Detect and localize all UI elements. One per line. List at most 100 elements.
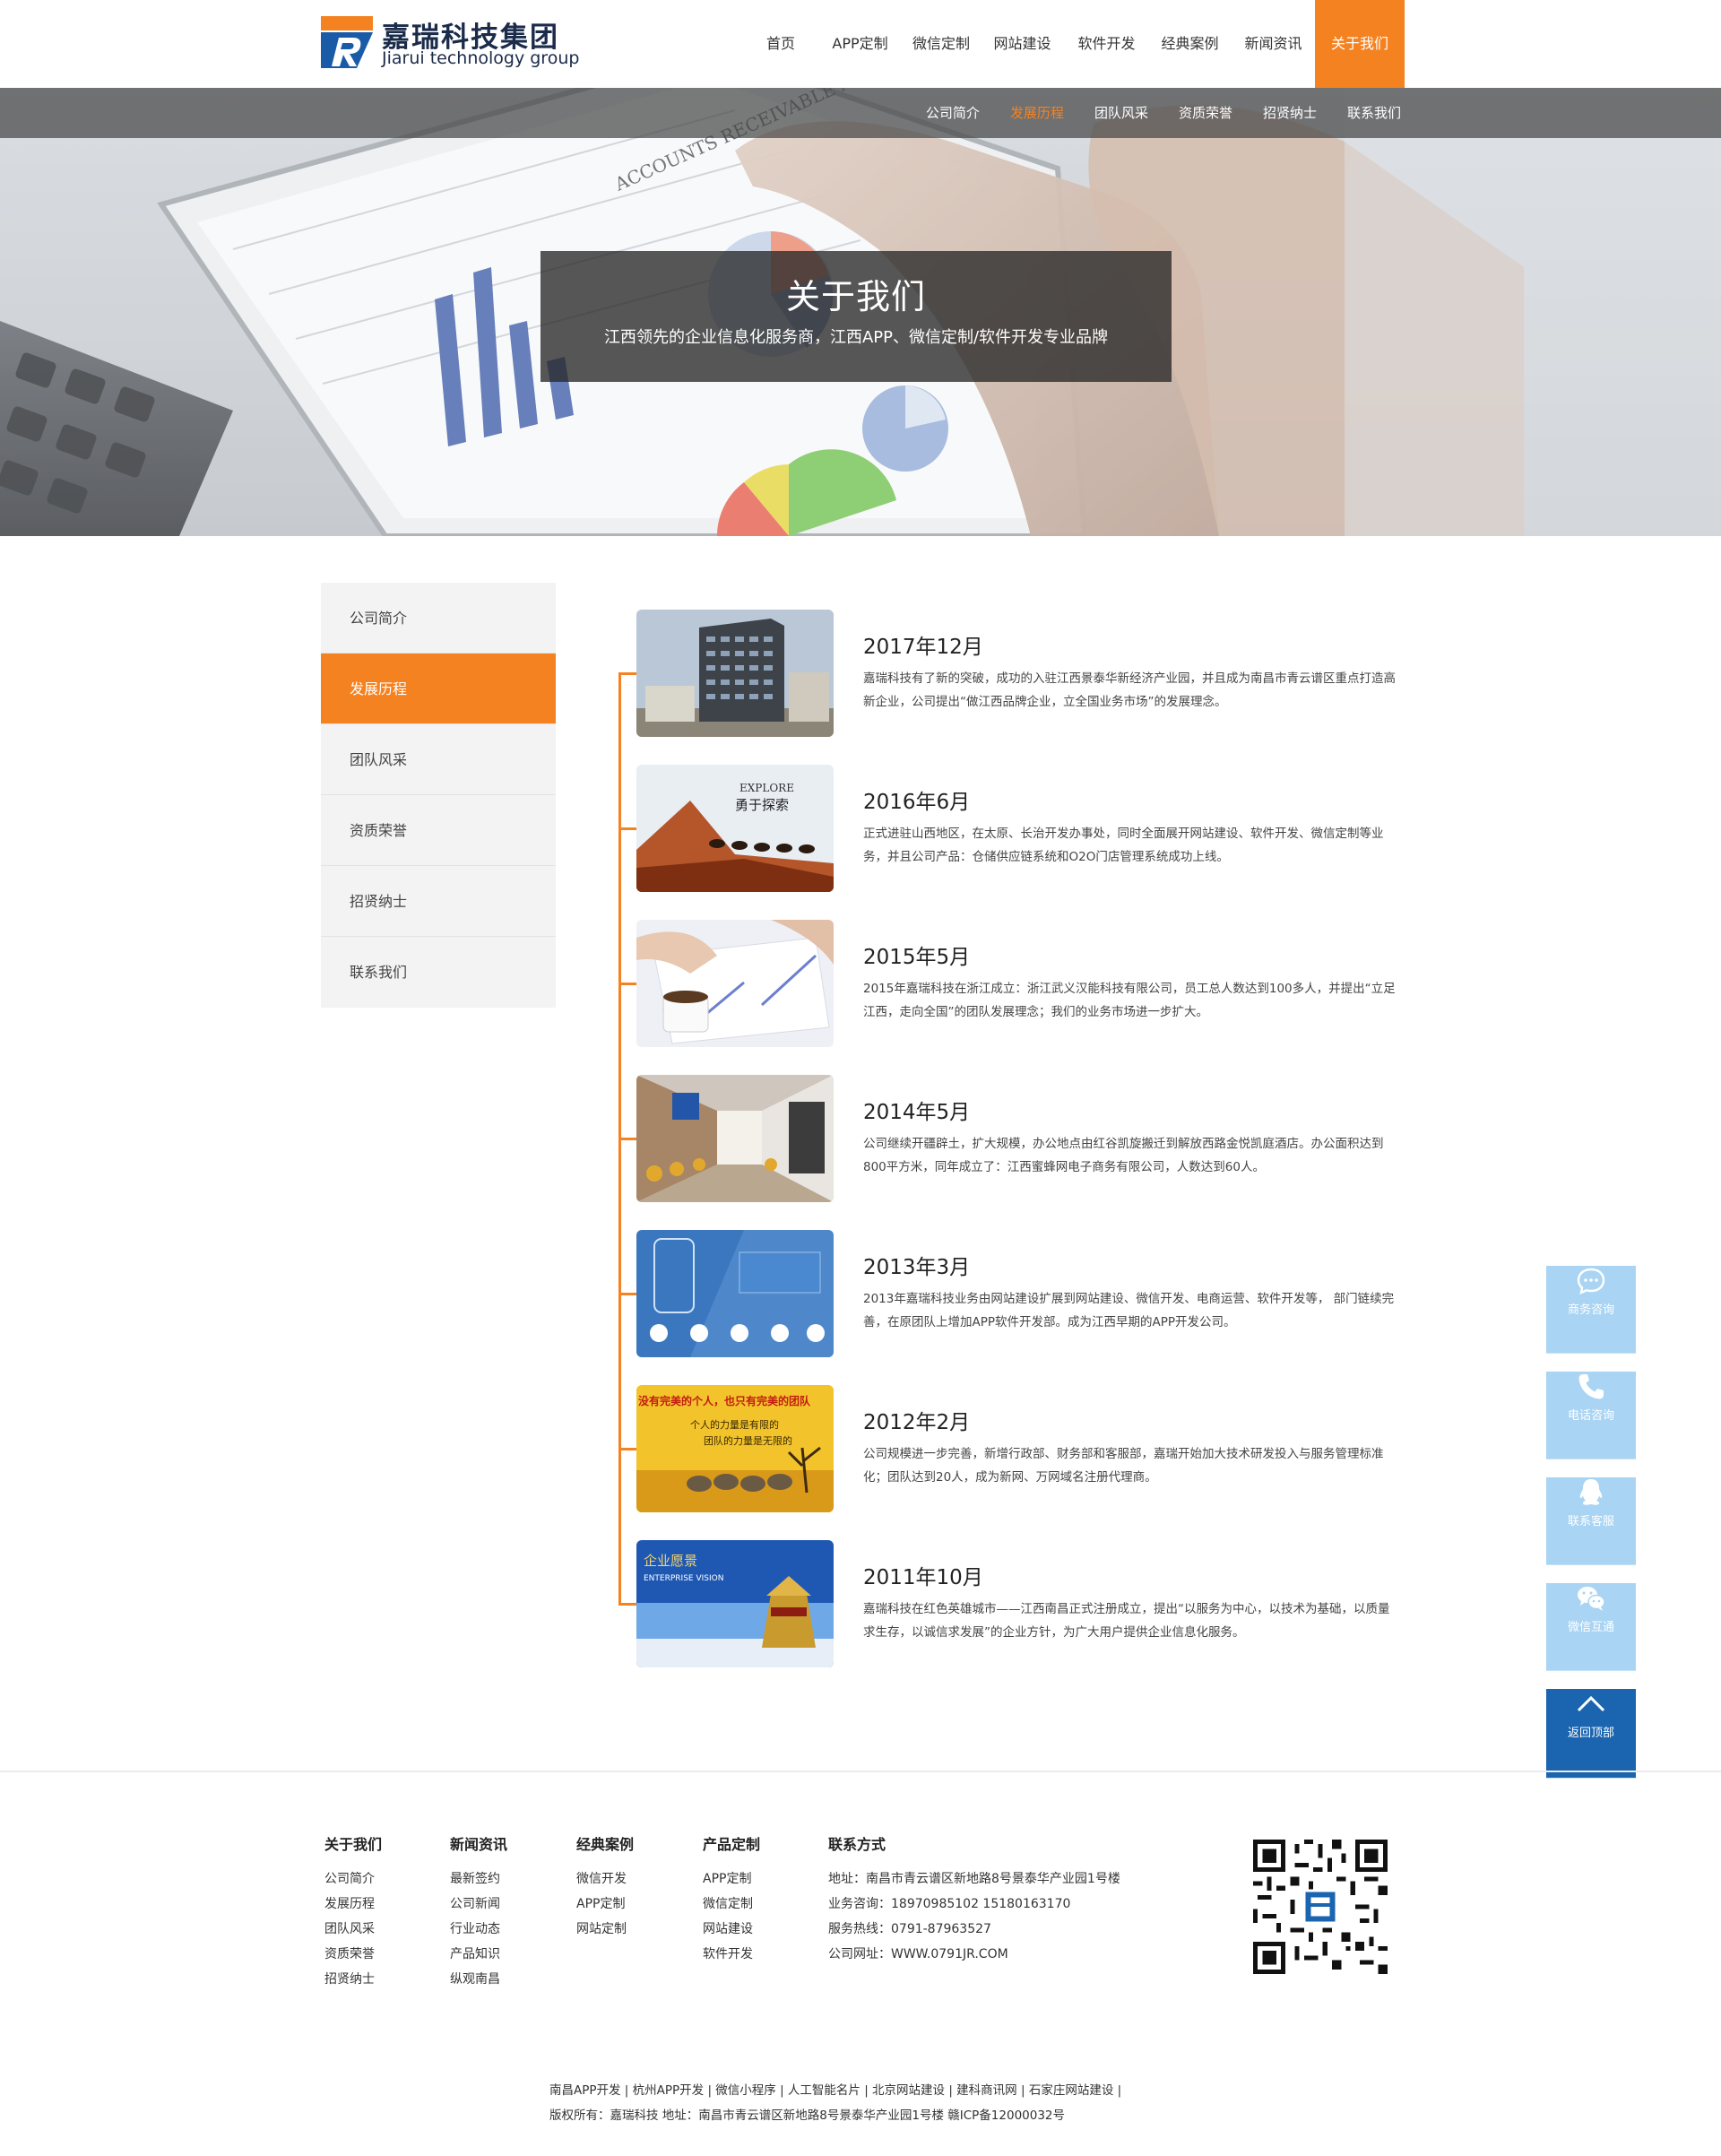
timeline-image-corridor[interactable] (636, 1075, 834, 1202)
nav-item-news[interactable]: 新闻资讯 (1232, 0, 1315, 88)
image-text: 团队的力量是无限的 (704, 1434, 792, 1447)
footer-link[interactable]: 产品知识 (450, 1942, 507, 1967)
float-phone-button[interactable]: 电话咨询 (1546, 1372, 1636, 1459)
timeline-entry: 2013年3月 2013年嘉瑞科技业务由网站建设扩展到网站建设、微信开发、电商运… (610, 1230, 1398, 1357)
float-contact-bar: 商务咨询 电话咨询 联系客服 微信互通 返回顶部 (1546, 1248, 1636, 1779)
footer-col-products: 产品定制 APP定制 微信定制 网站建设 软件开发 (703, 1832, 760, 1967)
timeline-image-desk[interactable] (636, 920, 834, 1047)
image-text: 没有完美的个人，也只有完美的团队 (638, 1394, 811, 1407)
float-label: 商务咨询 (1567, 1303, 1614, 1317)
footer-link[interactable]: 微信定制 (703, 1892, 760, 1917)
footer-link[interactable]: 软件开发 (703, 1942, 760, 1967)
nav-item-home[interactable]: 首页 (753, 0, 809, 88)
timeline-date: 2011年10月 (863, 1566, 983, 1589)
banner-caption: 关于我们 江西领先的企业信息化服务商，江西APP、微信定制/软件开发专业品牌 (541, 251, 1172, 382)
footer-link[interactable]: 发展历程 (324, 1892, 382, 1917)
sub-nav: 公司简介 发展历程 团队风采 资质荣誉 招贤纳士 联系我们 (0, 88, 1721, 138)
footer-address: 地址：南昌市青云谱区新地路8号景泰华产业园1号楼 (828, 1872, 1120, 1886)
timeline-image-vision[interactable]: 企业愿景 ENTERPRISE VISION (636, 1540, 834, 1667)
footer-link[interactable]: 最新签约 (450, 1866, 507, 1892)
footer-copyright: 南昌APP开发 | 杭州APP开发 | 微信小程序 | 人工智能名片 | 北京网… (549, 2078, 1121, 2128)
footer-col-title: 经典案例 (576, 1836, 635, 1853)
timeline-date: 2012年2月 (863, 1411, 971, 1434)
image-text: ENTERPRISE VISION (644, 1574, 723, 1583)
footer-col-cases: 经典案例 微信开发 APP定制 网站定制 (576, 1832, 634, 1942)
footer-link[interactable]: 网站定制 (576, 1917, 634, 1942)
footer-copyright-line: 版权所有：嘉瑞科技 地址：南昌市青云谱区新地路8号景泰华产业园1号楼 赣ICP备… (549, 2108, 1066, 2123)
footer-col-contact: 联系方式 地址：南昌市青云谱区新地路8号景泰华产业园1号楼 业务咨询：18970… (828, 1832, 1120, 1967)
header: 嘉瑞科技集团 Jiarui technology group 首页 APP定制 … (0, 0, 1721, 88)
timeline-image-wolves[interactable]: 没有完美的个人，也只有完美的团队 个人的力量是有限的 团队的力量是无限的 (636, 1385, 834, 1512)
timeline-entry: 企业愿景 ENTERPRISE VISION 2011年10月 嘉瑞科技在红色英… (610, 1540, 1398, 1667)
subnav-item-profile[interactable]: 公司简介 (926, 88, 980, 138)
banner: ACCOUNTS RECEIVABLE AGING 公司简介 发展历程 团队风采… (0, 88, 1721, 536)
timeline: 2017年12月 嘉瑞科技有了新的突破，成功的入驻江西景泰华新经济产业园，并且成… (610, 610, 1398, 1667)
sidebar-item-contact[interactable]: 联系我们 (321, 937, 556, 1008)
main-nav: 首页 APP定制 微信定制 网站建设 软件开发 经典案例 新闻资讯 关于我们 (753, 0, 1405, 88)
banner-subtitle: 江西领先的企业信息化服务商，江西APP、微信定制/软件开发专业品牌 (603, 328, 1109, 347)
sidebar: 公司简介 发展历程 团队风采 资质荣誉 招贤纳士 联系我们 (321, 583, 556, 1008)
footer-website: 公司网址：WWW.0791JR.COM (828, 1947, 1008, 1961)
timeline-image-app[interactable] (636, 1230, 834, 1357)
nav-item-website[interactable]: 网站建设 (980, 0, 1065, 88)
timeline-date: 2017年12月 (863, 636, 983, 659)
footer-col-title: 关于我们 (324, 1836, 383, 1853)
subnav-item-history[interactable]: 发展历程 (1010, 88, 1064, 138)
timeline-image-desert[interactable]: EXPLORE 勇于探索 (636, 765, 834, 892)
float-qq-button[interactable]: 联系客服 (1546, 1477, 1636, 1565)
subnav-item-jobs[interactable]: 招贤纳士 (1263, 88, 1317, 138)
logo-subtitle: Jiarui technology group (382, 48, 580, 68)
subnav-item-contact[interactable]: 联系我们 (1347, 88, 1401, 138)
nav-item-about[interactable]: 关于我们 (1315, 0, 1405, 88)
wechat-icon (1578, 1587, 1605, 1611)
sidebar-item-profile[interactable]: 公司简介 (321, 583, 556, 654)
sidebar-item-honors[interactable]: 资质荣誉 (321, 795, 556, 866)
sidebar-item-history[interactable]: 发展历程 (321, 654, 556, 724)
nav-item-wechat[interactable]: 微信定制 (903, 0, 980, 88)
timeline-entry: EXPLORE 勇于探索 2016年6月 正式进驻山西地区，在太原、长治开发办事… (610, 765, 1398, 892)
nav-item-software[interactable]: 软件开发 (1065, 0, 1148, 88)
image-text: EXPLORE (739, 782, 794, 794)
timeline-date: 2013年3月 (863, 1256, 971, 1279)
back-to-top-button[interactable]: 返回顶部 (1546, 1689, 1636, 1779)
nav-item-cases[interactable]: 经典案例 (1148, 0, 1232, 88)
footer-link[interactable]: 团队风采 (324, 1917, 382, 1942)
qr-code-icon (1253, 1840, 1388, 1974)
float-business-button[interactable]: 商务咨询 (1546, 1266, 1636, 1354)
footer-link[interactable]: 资质荣誉 (324, 1942, 382, 1967)
timeline-entry: 没有完美的个人，也只有完美的团队 个人的力量是有限的 团队的力量是无限的 201… (610, 1385, 1398, 1512)
sidebar-item-team[interactable]: 团队风采 (321, 724, 556, 795)
footer-link[interactable]: 纵观南昌 (450, 1967, 507, 1992)
footer-link[interactable]: APP定制 (576, 1892, 634, 1917)
footer-link[interactable]: 行业动态 (450, 1917, 507, 1942)
timeline-description: 嘉瑞科技在红色英雄城市——江西南昌正式注册成立，提出“以服务为中心，以技术为基础… (863, 1602, 1390, 1640)
float-label: 电话咨询 (1567, 1409, 1614, 1423)
footer-link[interactable]: APP定制 (703, 1866, 760, 1892)
footer-link[interactable]: 公司新闻 (450, 1892, 507, 1917)
float-label: 微信互通 (1567, 1621, 1614, 1634)
footer-col-title: 联系方式 (828, 1836, 886, 1853)
timeline-date: 2015年5月 (863, 946, 971, 969)
timeline-entry: 2014年5月 公司继续开疆辟土，扩大规模，办公地点由红谷凯旋搬迁到解放西路金悦… (610, 1075, 1398, 1202)
nav-item-app[interactable]: APP定制 (817, 0, 903, 88)
float-wechat-button[interactable]: 微信互通 (1546, 1583, 1636, 1671)
footer-link[interactable]: 网站建设 (703, 1917, 760, 1942)
subnav-item-honors[interactable]: 资质荣誉 (1179, 88, 1232, 138)
footer-link[interactable]: 微信开发 (576, 1866, 634, 1892)
footer-link[interactable]: 公司简介 (324, 1866, 382, 1892)
sidebar-item-jobs[interactable]: 招贤纳士 (321, 866, 556, 937)
image-text: 企业愿景 (644, 1553, 697, 1569)
timeline-description: 嘉瑞科技有了新的突破，成功的入驻江西景泰华新经济产业园，并且成为南昌市青云谱区重… (863, 671, 1396, 709)
footer-friend-links[interactable]: 南昌APP开发 | 杭州APP开发 | 微信小程序 | 人工智能名片 | 北京网… (549, 2078, 1121, 2103)
footer-col-title: 产品定制 (703, 1836, 761, 1853)
phone-icon (1578, 1374, 1604, 1399)
footer-link[interactable]: 招贤纳士 (324, 1967, 382, 1992)
timeline-description: 2015年嘉瑞科技在浙江成立：浙江武义汉能科技有限公司，员工总人数达到100多人… (863, 982, 1396, 1019)
timeline-description: 公司继续开疆辟土，扩大规模，办公地点由红谷凯旋搬迁到解放西路金悦凯庭酒店。办公面… (863, 1137, 1384, 1174)
timeline-entry: 2017年12月 嘉瑞科技有了新的突破，成功的入驻江西景泰华新经济产业园，并且成… (610, 610, 1398, 737)
logo[interactable]: 嘉瑞科技集团 Jiarui technology group (321, 14, 579, 72)
timeline-image-building[interactable] (636, 610, 834, 737)
footer-col-title: 新闻资讯 (450, 1836, 508, 1853)
subnav-item-team[interactable]: 团队风采 (1094, 88, 1148, 138)
timeline-date: 2016年6月 (863, 791, 971, 814)
